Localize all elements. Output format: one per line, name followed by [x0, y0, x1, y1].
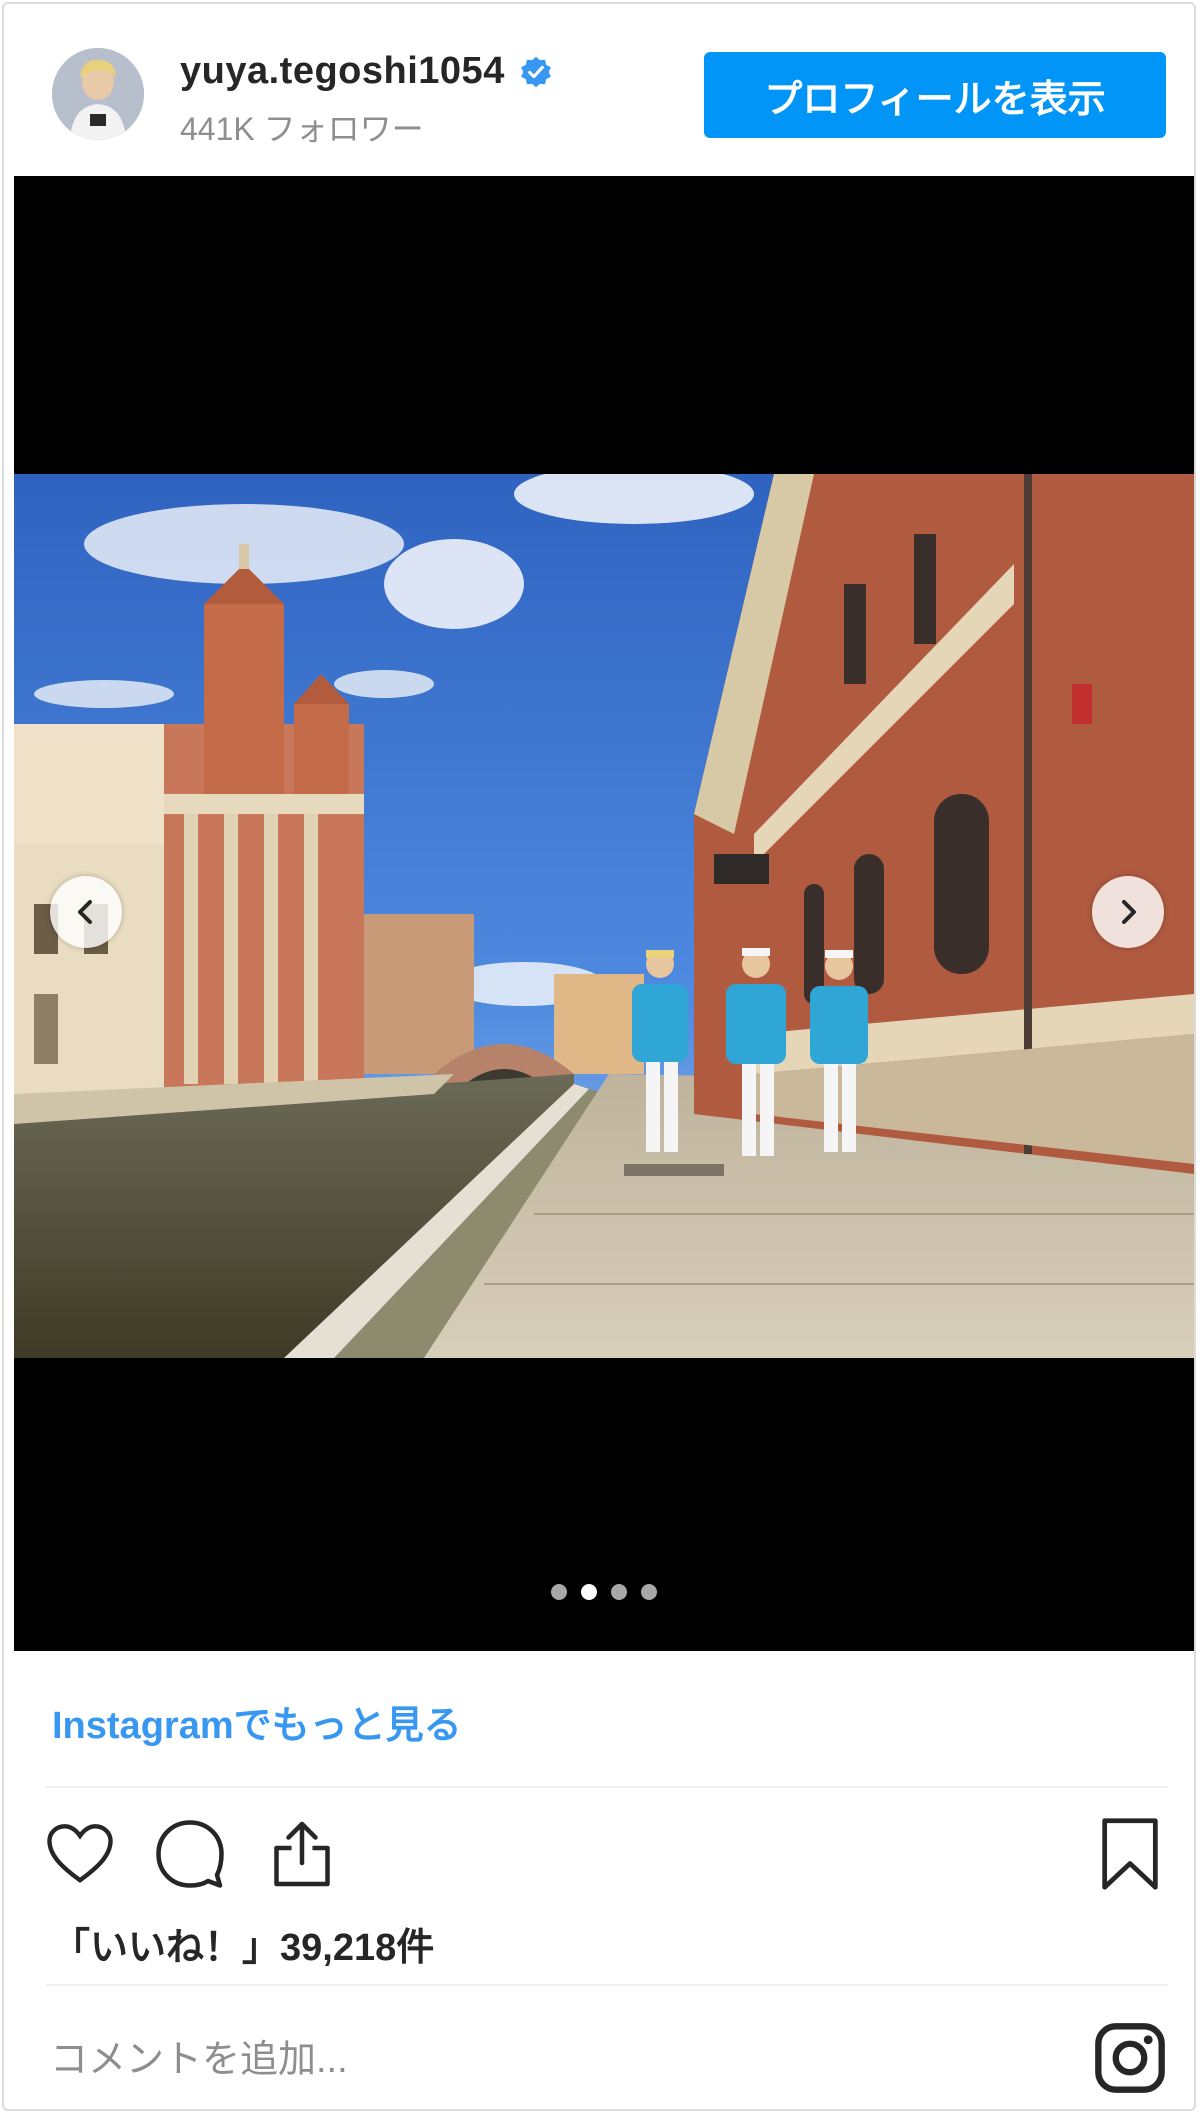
instagram-logo-icon[interactable]	[1092, 2020, 1168, 2096]
verified-badge-icon	[520, 56, 551, 87]
post-media-carousel[interactable]	[14, 176, 1194, 1651]
username[interactable]: yuya.tegoshi1054	[180, 50, 505, 93]
username-row: yuya.tegoshi1054	[180, 50, 553, 93]
bookmark-icon	[1102, 1818, 1158, 1890]
divider	[46, 1786, 1168, 1788]
view-more-on-instagram-link[interactable]: Instagramでもっと見る	[52, 1694, 462, 1749]
carousel-dot	[611, 1584, 627, 1600]
previous-slide-button[interactable]	[50, 876, 122, 948]
comment-input[interactable]	[48, 2024, 952, 2096]
post-photo	[14, 474, 1194, 1358]
carousel-dot	[551, 1584, 567, 1600]
carousel-dot-active	[581, 1584, 597, 1600]
carousel-dots	[14, 1584, 1194, 1600]
share-button[interactable]	[262, 1814, 342, 1894]
share-icon	[274, 1821, 330, 1887]
view-profile-button[interactable]: プロフィールを表示	[704, 52, 1166, 138]
post-header: yuya.tegoshi1054 441K フォロワー プロフィールを表示	[4, 4, 1198, 176]
chevron-left-icon	[78, 900, 92, 924]
carousel-dot	[641, 1584, 657, 1600]
heart-icon	[47, 1824, 113, 1883]
next-slide-button[interactable]	[1092, 876, 1164, 948]
action-bar	[4, 1804, 1198, 1904]
avatar[interactable]	[52, 48, 144, 140]
chevron-right-icon	[1122, 900, 1136, 924]
like-button[interactable]	[40, 1814, 120, 1894]
follower-count: 441K フォロワー	[180, 111, 424, 147]
save-button[interactable]	[1090, 1814, 1170, 1894]
comment-bubble-icon	[156, 1820, 224, 1888]
comment-button[interactable]	[150, 1814, 230, 1894]
divider	[46, 1984, 1168, 1986]
instagram-embed: yuya.tegoshi1054 441K フォロワー プロフィールを表示 In…	[2, 2, 1196, 2111]
like-count: 「いいね！」39,218件	[52, 1927, 435, 1969]
